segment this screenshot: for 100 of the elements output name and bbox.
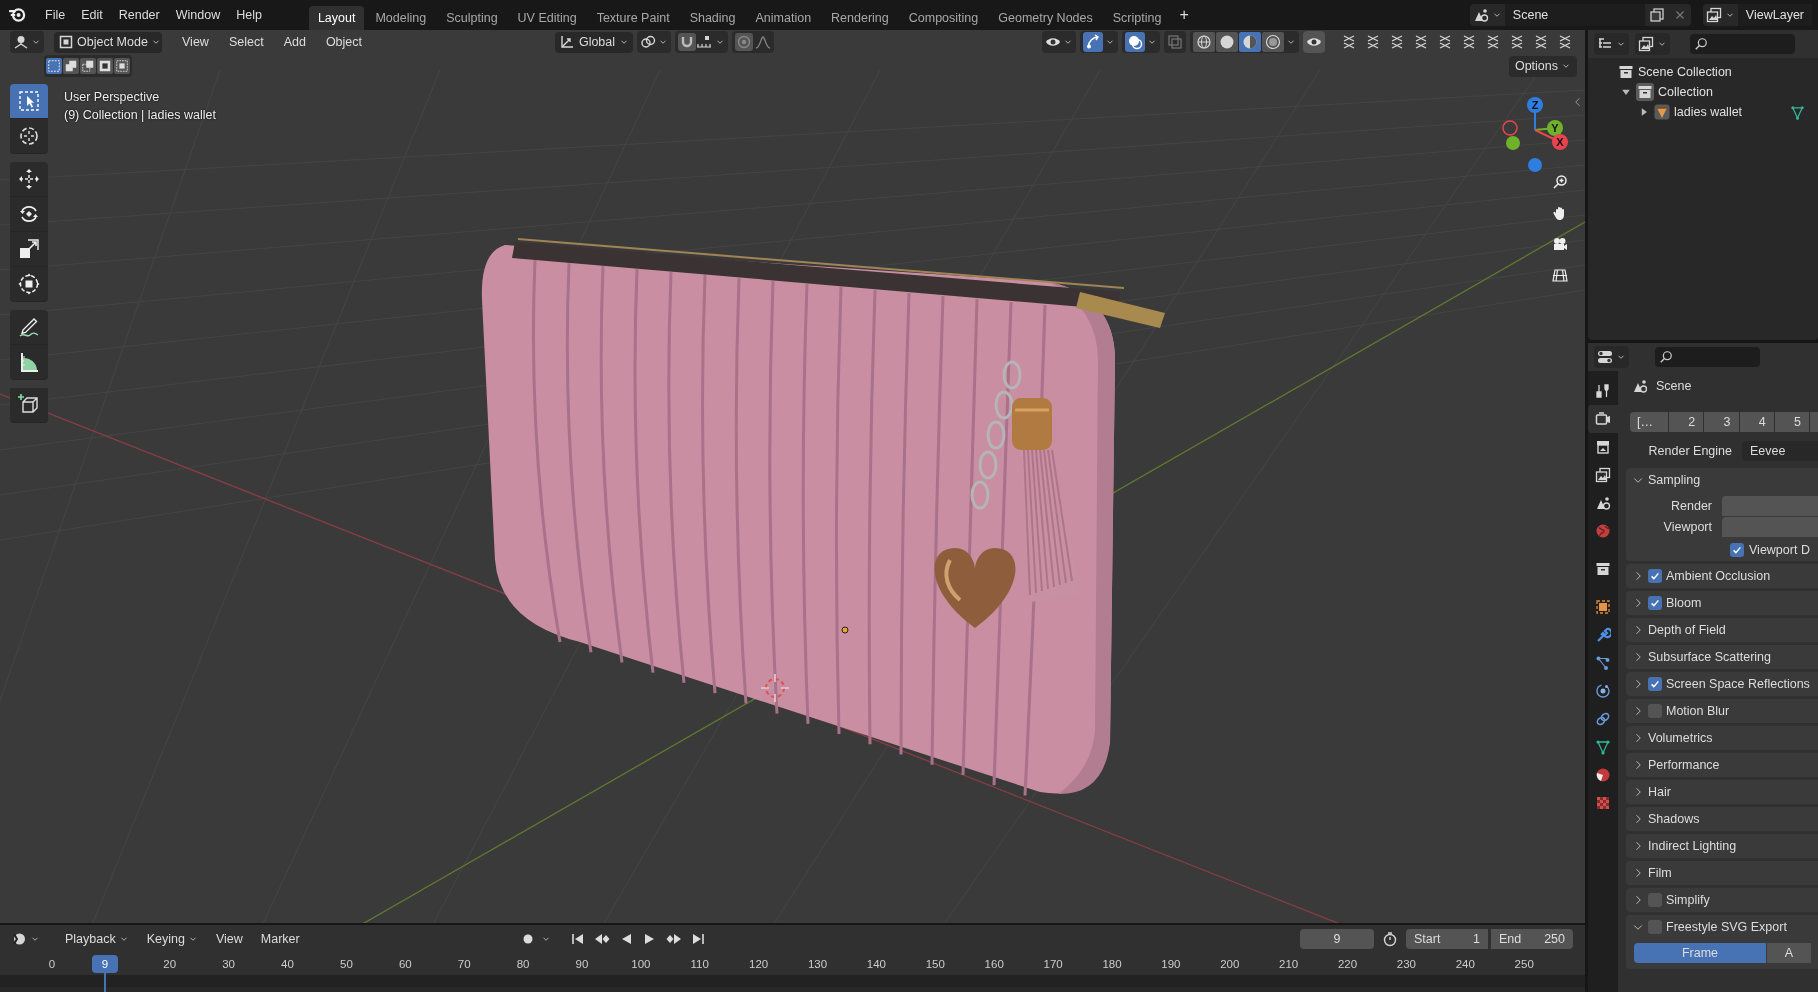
checkbox[interactable] [1730,543,1744,557]
shading-button[interactable] [1262,32,1284,52]
playhead[interactable]: 9 [92,955,118,973]
menu-item[interactable]: Help [229,3,269,27]
layer-button[interactable]: 4 [1739,412,1774,432]
panel-title[interactable]: Performance [1648,758,1720,772]
panel-title[interactable]: Freestyle SVG Export [1666,920,1787,934]
select-subtract-icon[interactable] [80,58,96,74]
outliner-item[interactable]: Collection [1658,85,1713,99]
workspace-tab[interactable]: Geometry Nodes [989,6,1102,30]
outliner-item[interactable]: ladies wallet [1674,105,1743,119]
visibility-button[interactable] [1042,31,1076,53]
editor-type-button[interactable] [10,31,44,53]
layer-button[interactable]: [… [1630,412,1668,432]
axis-ball[interactable] [1528,158,1542,172]
workspace-tab[interactable]: Texture Paint [587,6,679,30]
select-box-tool-button[interactable] [10,84,48,119]
panel-title[interactable]: Subsurface Scattering [1648,650,1771,664]
menu-item[interactable]: Playback [57,928,137,950]
view-layer-field[interactable]: ViewLayer [1737,4,1812,26]
menu-item[interactable]: View [174,31,217,53]
menu-item[interactable]: Window [168,3,228,27]
mode-button[interactable]: Frame [1634,943,1766,963]
stacked-cross-icon[interactable] [1389,34,1405,50]
layer-button[interactable]: 5 [1774,412,1809,432]
render-engine-dropdown[interactable]: Eevee [1742,441,1818,461]
pivot-button[interactable] [637,31,671,53]
options-button[interactable]: Options [1508,55,1577,77]
number-field[interactable] [1722,496,1818,516]
shading-button[interactable] [1239,32,1261,52]
panel-title[interactable]: Film [1648,866,1672,880]
panel-title[interactable]: Indirect Lighting [1648,839,1737,853]
scrollbar[interactable] [0,975,1585,987]
visibility-toggle[interactable] [1303,31,1325,53]
end-frame-field[interactable]: End 250 [1491,929,1573,949]
add-workspace-button[interactable]: + [1172,3,1196,27]
panel-title[interactable]: Screen Space Reflections [1666,677,1810,691]
menu-item[interactable]: File [38,3,73,27]
start-frame-field[interactable]: Start 1 [1406,929,1488,949]
menu-item[interactable]: Edit [74,3,110,27]
stacked-cross-icon[interactable] [1413,34,1429,50]
overlay-toggle[interactable] [1125,32,1145,52]
menu-item[interactable]: Add [275,31,314,53]
snap-target-button[interactable] [696,34,725,50]
menu-item[interactable]: Object [317,31,370,53]
number-field[interactable] [1722,517,1818,537]
workspace-tab[interactable]: Modeling [366,6,436,30]
falloff-button[interactable] [755,34,771,50]
orientation-dropdown[interactable]: Global [555,31,633,53]
select-invert-icon[interactable] [97,58,113,74]
workspace-tab[interactable]: Shading [680,6,745,30]
workspace-tab[interactable]: UV Editing [508,6,586,30]
rotate-tool-button[interactable] [10,197,48,232]
shading-button[interactable] [1193,32,1215,52]
checkbox[interactable] [1648,569,1662,583]
transform-tool-button[interactable] [10,267,48,302]
panel-title[interactable]: Ambient Occlusion [1666,569,1771,583]
cursor-tool-button[interactable] [10,119,48,154]
stacked-cross-icon[interactable] [1365,34,1381,50]
workspace-tab[interactable]: Animation [746,6,821,30]
checkbox[interactable] [1648,596,1662,610]
filter-button[interactable] [1635,33,1670,55]
stacked-cross-icon[interactable] [1557,34,1573,50]
menu-item[interactable]: View [207,928,251,950]
search-field[interactable] [1655,347,1760,367]
menu-item[interactable]: Render [111,3,167,27]
search-field[interactable] [1690,34,1795,54]
menu-item[interactable]: Marker [252,928,308,950]
layer-button[interactable]: 2 [1669,412,1704,432]
mode-button[interactable]: A [1767,943,1811,963]
checkbox[interactable] [1648,677,1662,691]
current-frame-field[interactable]: 9 [1300,929,1374,949]
stacked-cross-icon[interactable] [1437,34,1453,50]
outliner-item[interactable]: Scene Collection [1638,65,1732,79]
select-set-icon[interactable] [46,58,62,74]
checkbox[interactable] [1648,893,1662,907]
stacked-cross-icon[interactable] [1485,34,1501,50]
workspace-tab[interactable]: Sculpting [437,6,507,30]
stacked-cross-icon[interactable] [1461,34,1477,50]
display-mode-button[interactable] [1594,33,1629,55]
panel-title[interactable]: Depth of Field [1648,623,1726,637]
panel-title[interactable]: Sampling [1648,473,1701,487]
editor-type-button[interactable] [1594,346,1629,368]
axis-ball[interactable] [1502,120,1518,136]
annotate-tool-button[interactable] [10,310,48,345]
move-tool-button[interactable] [10,162,48,197]
xray-toggle[interactable] [1164,31,1186,53]
select-intersect-icon[interactable] [114,58,130,74]
panel-title[interactable]: Simplify [1666,893,1710,907]
menu-item[interactable]: Keying [138,928,206,950]
axis-ball[interactable] [1506,136,1520,150]
workspace-tab[interactable]: Layout [308,6,365,30]
add-cube-tool-button[interactable] [10,388,48,423]
snap-toggle[interactable] [678,33,696,51]
scene-field[interactable]: Scene [1504,4,1645,26]
workspace-tab[interactable]: Rendering [822,6,898,30]
panel-title[interactable]: Bloom [1666,596,1702,610]
stacked-cross-icon[interactable] [1533,34,1549,50]
checkbox[interactable] [1648,920,1662,934]
scale-tool-button[interactable] [10,232,48,267]
